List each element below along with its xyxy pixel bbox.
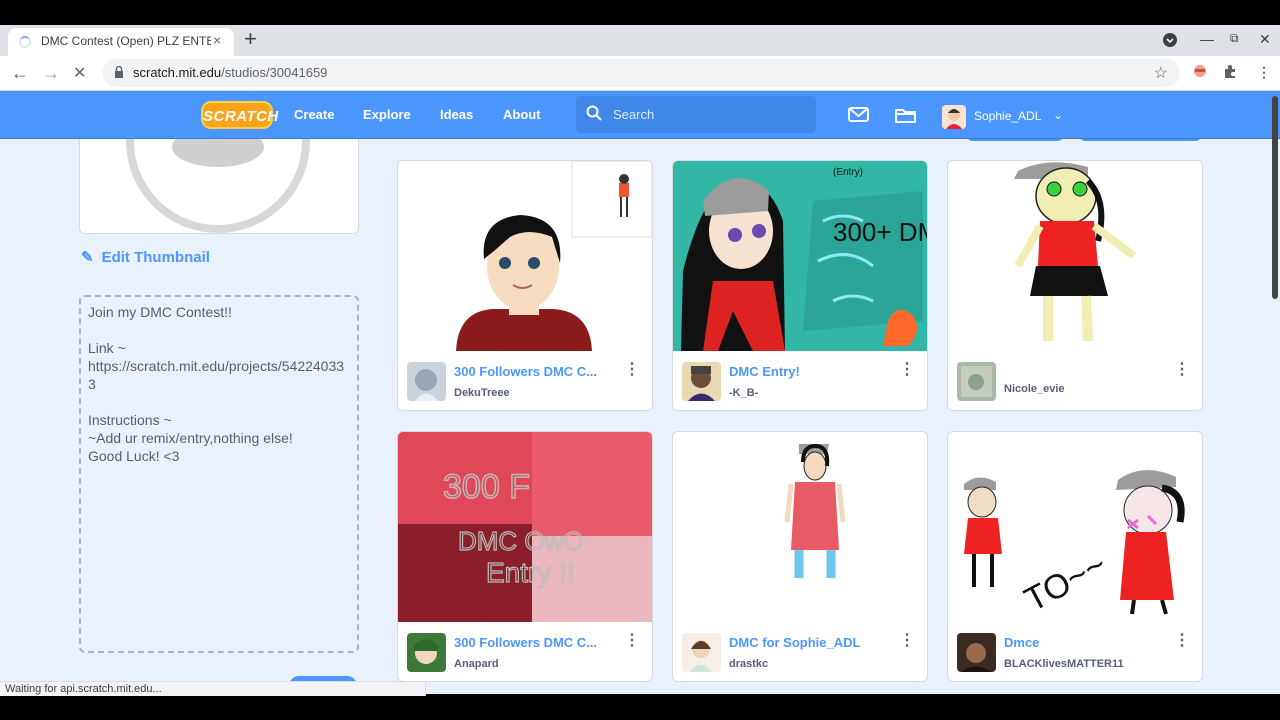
messages-envelope-icon[interactable]	[848, 107, 869, 122]
tab-search-icon[interactable]	[1163, 33, 1177, 47]
search-icon	[586, 105, 602, 121]
author-avatar[interactable]	[407, 633, 446, 672]
search-placeholder: Search	[613, 107, 655, 122]
new-tab-button[interactable]: +	[244, 27, 257, 51]
browser-menu-icon[interactable]: ⋮	[1257, 64, 1271, 81]
author-avatar[interactable]	[682, 633, 721, 672]
kebab-menu-icon[interactable]: ⋮	[899, 633, 915, 649]
stop-loading-button[interactable]: ✕	[73, 63, 86, 83]
project-thumbnail[interactable]	[948, 161, 1202, 351]
kebab-menu-icon[interactable]: ⋮	[624, 633, 640, 649]
close-window-button[interactable]: ✕	[1259, 31, 1271, 48]
search-input[interactable]: Search	[576, 96, 816, 133]
edit-thumbnail-label: Edit Thumbnail	[101, 249, 210, 266]
project-title[interactable]: DMC for Sophie_ADL	[729, 635, 889, 650]
author-avatar[interactable]	[957, 362, 996, 401]
project-thumbnail[interactable]	[398, 161, 652, 351]
scratch-page: ✎ Edit Thumbnail Join my DMC Contest!! Li…	[0, 91, 1280, 694]
p4-art-low: Entry !!	[486, 557, 575, 588]
loading-spinner-icon	[19, 36, 31, 48]
project-author[interactable]: drastkc	[729, 658, 768, 670]
p4-art-big: 300 F	[443, 468, 530, 506]
kebab-menu-icon[interactable]: ⋮	[899, 362, 915, 378]
forward-button[interactable]: →	[42, 63, 60, 84]
p4-art-mid: DMC OwO	[458, 526, 584, 556]
edit-thumbnail-link[interactable]: ✎ Edit Thumbnail	[81, 248, 210, 266]
scratch-logo[interactable]: SCRATCH	[201, 101, 278, 129]
project-card[interactable]: 300 Followers DMC C... DekuTreee ⋮	[397, 160, 653, 411]
screen: DMC Contest (Open) PLZ ENTER! × + — ⧉ ✕ …	[0, 0, 1280, 720]
kebab-menu-icon[interactable]: ⋮	[1174, 633, 1190, 649]
project-author[interactable]: BLACKlivesMATTER11	[1004, 658, 1124, 670]
studio-thumbnail	[79, 138, 359, 234]
menu-about[interactable]: About	[503, 107, 541, 122]
project-author[interactable]: Nicole_evie	[1004, 383, 1065, 395]
bookmark-star-icon[interactable]: ☆	[1154, 63, 1168, 83]
author-avatar[interactable]	[682, 362, 721, 401]
back-button[interactable]: ←	[11, 63, 29, 84]
thumbnail-placeholder-icon	[126, 139, 310, 233]
url-text: scratch.mit.edu/studios/30041659	[133, 65, 327, 80]
scratch-menubar: SCRATCH Create Explore Ideas About Searc…	[0, 91, 1280, 139]
project-author[interactable]: Anapard	[454, 658, 499, 670]
menu-create[interactable]: Create	[294, 107, 334, 122]
studio-description-field[interactable]: Join my DMC Contest!! Link ~ https://scr…	[79, 295, 359, 653]
project-thumbnail[interactable]	[673, 432, 927, 622]
tab-close-icon[interactable]: ×	[213, 32, 221, 48]
pencil-icon: ✎	[81, 249, 94, 266]
url-host: scratch.mit.edu	[133, 65, 222, 80]
author-avatar[interactable]	[407, 362, 446, 401]
p2-art-tag: (Entry)	[833, 167, 863, 178]
project-author[interactable]: DekuTreee	[454, 387, 510, 399]
project-thumbnail[interactable]: TO~~	[948, 432, 1202, 622]
tab-title: DMC Contest (Open) PLZ ENTER!	[41, 34, 211, 48]
address-bar[interactable]: scratch.mit.edu/studios/30041659 ☆	[102, 59, 1180, 87]
my-stuff-folder-icon[interactable]	[895, 107, 916, 123]
browser-toolbar: ← → ✕ scratch.mit.edu/studios/30041659 ☆…	[0, 56, 1280, 91]
user-avatar[interactable]	[942, 105, 966, 129]
chevron-down-icon[interactable]: ⌄	[1053, 108, 1063, 122]
browser-status-bar: Waiting for api.scratch.mit.edu...	[0, 681, 426, 696]
extension-avatar-icon[interactable]	[1192, 64, 1208, 78]
restore-button[interactable]: ⧉	[1230, 31, 1239, 46]
page-scrollbar[interactable]	[1272, 96, 1278, 299]
project-thumbnail[interactable]: 300 F DMC OwO Entry !!	[398, 432, 652, 622]
lock-icon	[115, 66, 123, 78]
url-path: /studios/30041659	[221, 65, 328, 80]
minimize-button[interactable]: —	[1200, 31, 1214, 47]
username-label[interactable]: Sophie_ADL	[974, 109, 1041, 123]
menu-ideas[interactable]: Ideas	[440, 107, 473, 122]
project-thumbnail[interactable]: 300+ DMC (Entry)	[673, 161, 927, 351]
kebab-menu-icon[interactable]: ⋮	[1174, 362, 1190, 378]
browser-tab[interactable]: DMC Contest (Open) PLZ ENTER! ×	[8, 28, 234, 56]
project-card[interactable]: 300+ DMC (Entry) DMC Entry! -K_B- ⋮	[672, 160, 928, 411]
project-card[interactable]: DMC for Sophie_ADL drastkc ⋮	[672, 431, 928, 682]
kebab-menu-icon[interactable]: ⋮	[624, 362, 640, 378]
project-author[interactable]: -K_B-	[729, 387, 758, 399]
extensions-puzzle-icon[interactable]	[1223, 64, 1238, 79]
author-avatar[interactable]	[957, 633, 996, 672]
project-title[interactable]: DMC Entry!	[729, 364, 889, 379]
project-card[interactable]: 300 F DMC OwO Entry !! 300 Followers DMC…	[397, 431, 653, 682]
project-title[interactable]: 300 Followers DMC C...	[454, 635, 614, 650]
browser-tab-strip: DMC Contest (Open) PLZ ENTER! × + — ⧉ ✕	[0, 25, 1280, 56]
project-card[interactable]: Nicole_evie ⋮	[947, 160, 1203, 411]
project-card[interactable]: TO~~ Dmce BLACKlivesMATTER11 ⋮	[947, 431, 1203, 682]
p2-art-big: 300+ DMC	[833, 217, 927, 247]
project-title[interactable]: Dmce	[1004, 635, 1164, 650]
menu-explore[interactable]: Explore	[363, 107, 411, 122]
project-title[interactable]: 300 Followers DMC C...	[454, 364, 614, 379]
